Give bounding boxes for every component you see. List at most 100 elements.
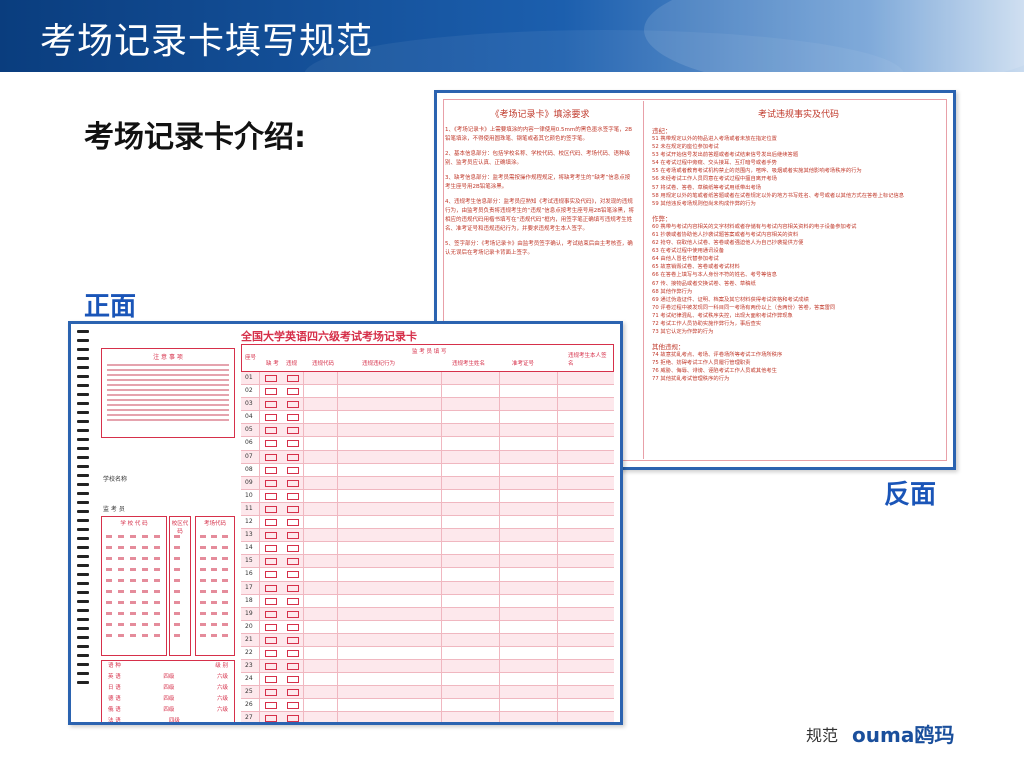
seat-number: 19 [245,609,253,617]
column-divider [441,385,442,398]
column-divider [441,607,442,620]
column-divider [303,463,304,476]
column-divider [557,450,558,463]
violation-code-item: 52 未在规定的座位参加考试 [652,144,719,151]
bubble [211,546,217,549]
column-divider [259,633,260,646]
campus-code-label: 校区代码 [171,521,189,535]
bubble [130,579,136,582]
bubble [142,601,148,604]
language-name: 俄 语 [108,707,121,713]
column-divider [303,502,304,516]
column-divider [259,385,260,398]
column-divider [441,542,442,555]
column-divider [557,594,558,607]
column-divider [259,620,260,633]
column-divider [441,424,442,437]
fill-box [265,597,277,605]
column-divider [259,686,260,699]
column-divider [303,555,304,568]
bubble [174,557,180,560]
fill-box [287,414,299,422]
violation-code-item: 71 考试纪律混乱、考试秩序失控，出现大面积考试作弊现象 [652,312,793,319]
column-divider [303,620,304,633]
column-divider [303,516,304,529]
column-divider [499,607,500,620]
table-rows: 01 02 03 04 05 06 07 08 09 10 11 12 13 14 15 16 17 18 19 20… [241,372,614,722]
bubble [222,579,228,582]
violation-section-heading: 作弊： [652,214,672,223]
column-divider [303,372,304,385]
fill-box [287,689,299,697]
column-divider [259,502,260,516]
violation-record-table: 座号 缺 考 违规 违规代码 监 考 员 填 写 违规违纪行为 违规考生姓名 准… [241,344,614,722]
column-divider [259,581,260,594]
language-header-label: 语 种 [108,663,121,669]
table-row: 15 [241,555,614,569]
violation-code-item: 59 其他违反考场规则但尚未构成作弊的行为 [652,200,756,207]
binding-mark [77,402,89,405]
binding-marks [77,330,91,716]
seat-number: 17 [245,583,253,591]
column-divider [259,594,260,607]
violation-code-item: 75 拒绝、妨碍考试工作人员履行管理职责 [652,360,751,367]
bubble [222,612,228,615]
language-row: 日 语 四级 六级 [102,683,234,694]
violation-code-item: 68 其他作弊行为 [652,288,693,295]
binding-mark [77,528,89,531]
column-divider [441,411,442,424]
binding-mark [77,564,89,567]
binding-mark [77,339,89,342]
binding-mark [77,438,89,441]
binding-mark [77,456,89,459]
bubble [174,535,180,538]
seat-number: 10 [245,491,253,499]
bubble [118,601,124,604]
language-row: 俄 语 四级 六级 [102,705,234,716]
bubble [106,634,112,637]
column-divider [303,437,304,450]
column-divider [337,607,338,620]
level-option: 四级 [163,707,175,713]
table-row: 25 [241,686,614,700]
bubble [142,612,148,615]
bubble [106,612,112,615]
table-row: 06 [241,437,614,451]
bubble-column [154,535,160,645]
violation-code-item: 55 在考场或者教育考试机构禁止的范围内，喧哗、吸烟或者实施其他影响考场秩序的行… [652,168,862,175]
column-divider [557,607,558,620]
column-divider [337,437,338,450]
binding-mark [77,411,89,414]
bubble [154,535,160,538]
column-divider [441,712,442,722]
column-divider [499,594,500,607]
column-divider [259,673,260,686]
column-divider [499,424,500,437]
record-card-title: 全国大学英语四六级考试考场记录卡 [241,330,417,343]
column-divider [499,385,500,398]
column-divider [499,450,500,463]
bubble [118,612,124,615]
column-divider [337,411,338,424]
column-divider [557,398,558,411]
column-divider [499,398,500,411]
notice-text-line [107,379,229,381]
column-divider [441,581,442,594]
column-divider [557,646,558,660]
column-divider [499,476,500,489]
column-divider [557,555,558,568]
binding-mark [77,510,89,513]
violation-code-item: 73 其它认定为作弊的行为 [652,329,714,336]
binding-mark [77,555,89,558]
seat-number: 27 [245,714,253,722]
column-divider [259,555,260,568]
seat-number: 22 [245,648,253,656]
violation-header: 违规 [286,361,298,367]
fill-box [287,715,299,722]
fill-box [265,571,277,579]
column-divider [441,372,442,385]
column-divider [441,673,442,686]
column-divider [259,699,260,712]
column-divider [303,712,304,722]
binding-mark [77,519,89,522]
